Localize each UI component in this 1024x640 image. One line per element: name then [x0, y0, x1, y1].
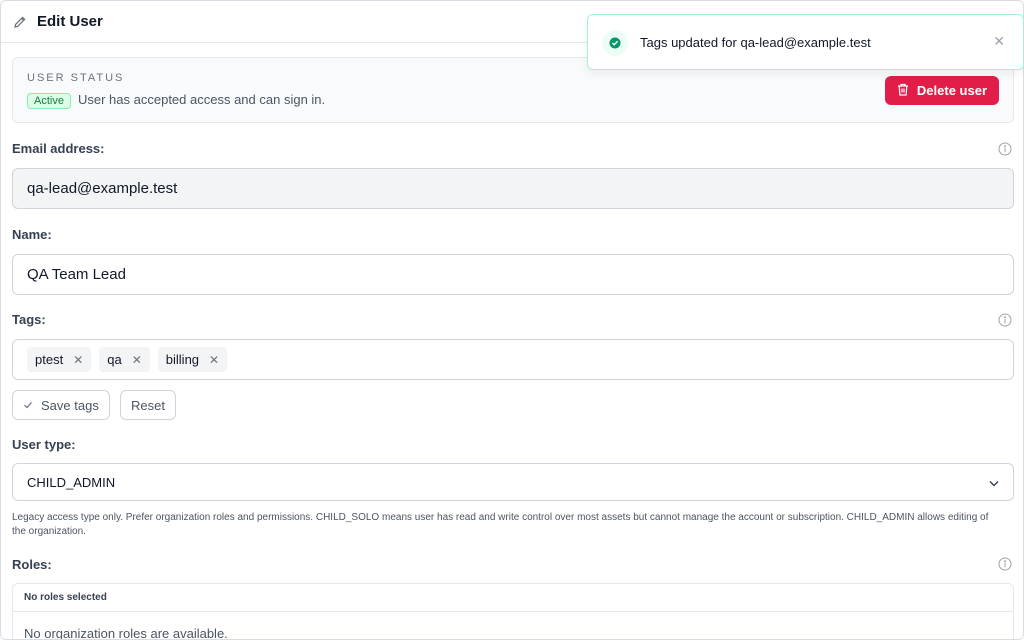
- reset-label: Reset: [131, 397, 165, 413]
- user-type-help: Legacy access type only. Prefer organiza…: [12, 512, 989, 537]
- check-icon: [23, 398, 33, 413]
- roles-label: Roles:: [12, 557, 52, 572]
- status-badge: Active: [27, 93, 71, 109]
- name-field[interactable]: QA Team Lead: [12, 254, 1014, 295]
- save-tags-button[interactable]: Save tags: [12, 390, 110, 420]
- info-icon[interactable]: [998, 142, 1012, 156]
- user-type-value: CHILD_ADMIN: [27, 474, 116, 490]
- tag-label: qa: [107, 352, 122, 367]
- success-toast: Tags updated for qa-lead@example.test ✕: [587, 14, 1024, 70]
- chevron-down-icon: [989, 475, 999, 490]
- status-section-label: USER STATUS: [27, 72, 125, 84]
- user-type-select[interactable]: CHILD_ADMIN: [12, 463, 1014, 501]
- roles-header: No roles selected: [13, 584, 1013, 612]
- roles-list: No roles selected No organization roles …: [12, 583, 1014, 640]
- tag-chip: ptest ✕: [27, 347, 92, 372]
- info-icon[interactable]: [998, 313, 1012, 327]
- page-title: Edit User: [37, 13, 103, 30]
- delete-user-label: Delete user: [916, 83, 987, 98]
- tags-input[interactable]: ptest ✕ qa ✕ billing ✕: [12, 339, 1014, 380]
- remove-tag-icon[interactable]: ✕: [209, 353, 219, 367]
- email-field[interactable]: qa-lead@example.test: [12, 168, 1014, 209]
- reset-button[interactable]: Reset: [120, 390, 176, 420]
- close-icon[interactable]: ✕: [993, 33, 1005, 50]
- user-type-label: User type:: [12, 437, 76, 452]
- tags-label: Tags:: [12, 312, 46, 327]
- tag-label: billing: [165, 352, 200, 367]
- email-label: Email address:: [12, 141, 105, 156]
- info-icon[interactable]: [998, 557, 1012, 571]
- roles-empty-message: No organization roles are available.: [24, 626, 228, 640]
- remove-tag-icon[interactable]: ✕: [132, 353, 142, 367]
- trash-icon: [897, 83, 909, 99]
- tag-chip: qa ✕: [99, 347, 150, 372]
- name-label: Name:: [12, 227, 52, 242]
- toast-message: Tags updated for qa-lead@example.test: [640, 35, 871, 50]
- save-tags-label: Save tags: [41, 397, 99, 413]
- pencil-icon: [13, 15, 27, 29]
- success-check-icon: [602, 30, 628, 56]
- status-description: User has accepted access and can sign in…: [78, 92, 326, 107]
- remove-tag-icon[interactable]: ✕: [73, 353, 83, 367]
- edit-user-panel: Edit User USER STATUS Active User has ac…: [0, 0, 1024, 640]
- tag-chip: billing ✕: [157, 347, 228, 372]
- tag-label: ptest: [35, 352, 64, 367]
- delete-user-button[interactable]: Delete user: [884, 76, 999, 105]
